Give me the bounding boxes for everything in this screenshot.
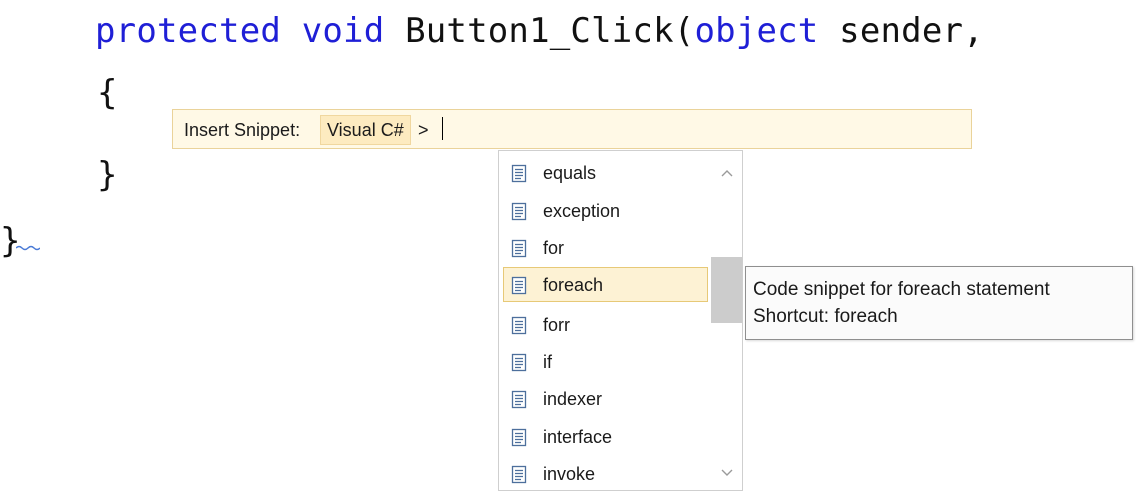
chevron-up-icon[interactable] (721, 169, 733, 177)
list-item-invoke[interactable]: invoke (503, 456, 708, 490)
snippet-icon (511, 428, 527, 447)
text-caret (442, 117, 443, 140)
snippet-icon (511, 353, 527, 372)
list-item-interface[interactable]: interface (503, 419, 708, 454)
list-item-label: interface (543, 427, 613, 447)
snippet-icon (511, 316, 527, 335)
list-item-indexer[interactable]: indexer (503, 381, 708, 416)
list-item-label: for (543, 238, 565, 258)
squiggle-underline-icon (16, 245, 40, 251)
code-editor[interactable]: protected void Button1_Click(object send… (0, 0, 1139, 491)
outer-close-brace-line[interactable]: } (0, 218, 20, 264)
snippet-completion-list[interactable]: equals exception for foreach forr if ind… (498, 150, 743, 491)
list-item-label: foreach (543, 275, 604, 295)
keyword-protected: protected (95, 11, 282, 51)
list-item-label: forr (543, 315, 570, 335)
snippet-icon (511, 390, 527, 409)
snippet-icon (511, 465, 527, 484)
snippet-icon (511, 164, 527, 183)
close-brace-line[interactable]: } (97, 152, 117, 198)
list-item-label: invoke (543, 464, 596, 484)
method-name: Button1_Click( (405, 11, 695, 51)
list-item-foreach[interactable]: foreach (503, 267, 708, 302)
list-item-label: if (543, 352, 552, 372)
snippet-icon (511, 202, 527, 221)
open-brace-line[interactable]: { (97, 70, 117, 116)
tooltip-shortcut: Shortcut: foreach (753, 306, 898, 327)
list-item-label: equals (543, 163, 597, 183)
keyword-void: void (301, 11, 385, 51)
list-item-if[interactable]: if (503, 344, 708, 379)
snippet-path-visual-csharp[interactable]: Visual C# (320, 115, 411, 145)
keyword-object: object (694, 11, 819, 51)
tooltip-description: Code snippet for foreach statement (753, 279, 1050, 300)
insert-snippet-label: Insert Snippet: (184, 120, 301, 140)
scrollbar-thumb[interactable] (711, 257, 742, 323)
list-item-equals[interactable]: equals (503, 155, 708, 190)
snippet-icon (511, 276, 527, 295)
list-item-exception[interactable]: exception (503, 193, 708, 228)
list-item-label: exception (543, 201, 621, 221)
insert-snippet-bar[interactable]: Insert Snippet: Visual C# > (172, 109, 972, 149)
list-item-forr[interactable]: forr (503, 307, 708, 342)
param-name: sender, (839, 11, 984, 51)
chevron-down-icon[interactable] (721, 469, 733, 477)
list-item-label: indexer (543, 389, 603, 409)
method-signature-line[interactable]: protected void Button1_Click(object send… (95, 8, 984, 54)
completion-scrollbar[interactable] (711, 151, 742, 490)
snippet-icon (511, 239, 527, 258)
snippet-tooltip: Code snippet for foreach statement Short… (745, 266, 1133, 340)
list-item-for[interactable]: for (503, 230, 708, 265)
snippet-path-separator: > (418, 120, 429, 140)
